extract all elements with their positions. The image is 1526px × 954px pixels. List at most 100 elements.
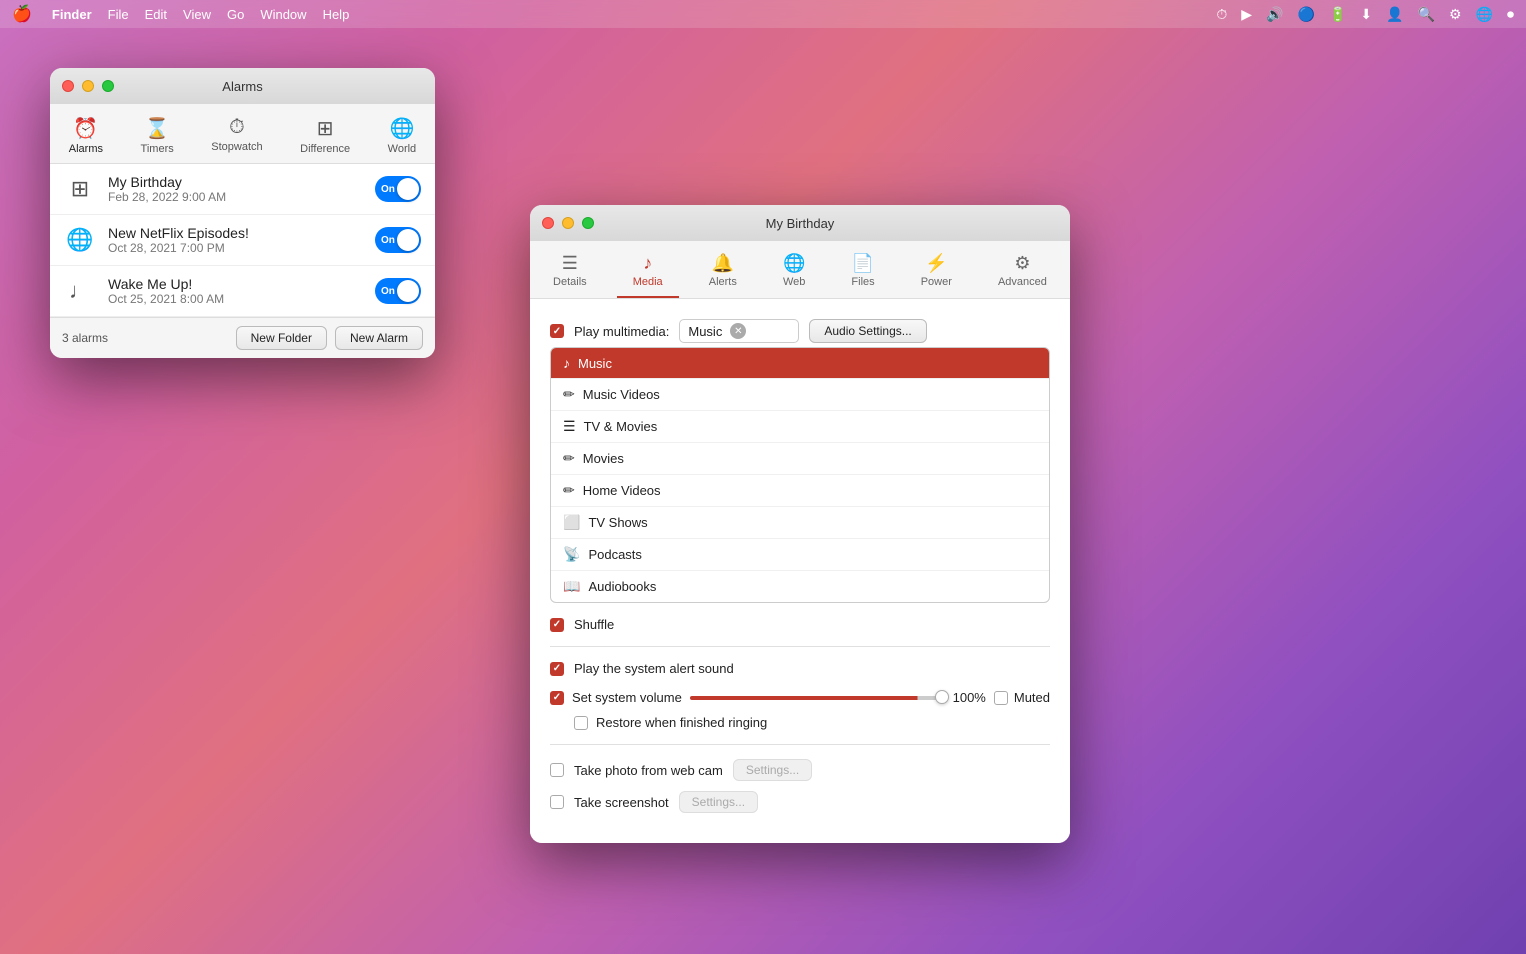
system-alert-row: Play the system alert sound (550, 661, 1050, 676)
dd-item-podcasts[interactable]: 📡 Podcasts (551, 539, 1049, 571)
screenshot-row: Take screenshot Settings... (550, 791, 1050, 813)
multimedia-label: Play multimedia: (574, 324, 669, 339)
world-label: World (388, 143, 417, 155)
tab-power[interactable]: ⚡ Power (905, 249, 968, 298)
control-center-icon[interactable]: ⚙ (1449, 6, 1462, 23)
volume-slider[interactable] (690, 696, 943, 700)
alarm-name-wakeup: Wake Me Up! (108, 276, 363, 292)
advanced-icon: ⚙ (1014, 253, 1030, 274)
multimedia-row: Play multimedia: Music ✕ Audio Settings.… (550, 319, 1050, 343)
new-alarm-button[interactable]: New Alarm (335, 326, 423, 350)
shuffle-checkbox[interactable] (550, 618, 564, 632)
toolbar-alarms[interactable]: ⏰ Alarms (57, 112, 115, 159)
restore-checkbox[interactable] (574, 716, 588, 730)
podcasts-icon: 📡 (563, 546, 580, 563)
alarms-close-button[interactable] (62, 80, 74, 92)
tab-files[interactable]: 📄 Files (835, 249, 890, 298)
toolbar-difference[interactable]: ⊞ Difference (288, 112, 362, 159)
new-folder-button[interactable]: New Folder (236, 326, 327, 350)
tab-alerts[interactable]: 🔔 Alerts (693, 249, 753, 298)
bluetooth-icon[interactable]: 🔵 (1298, 6, 1315, 23)
web-label: Web (783, 276, 805, 288)
alarm-info-wakeup: Wake Me Up! Oct 25, 2021 8:00 AM (108, 276, 363, 306)
menubar-edit[interactable]: Edit (145, 7, 167, 22)
media-icon: ♪ (643, 253, 652, 274)
menubar-window[interactable]: Window (260, 7, 306, 22)
system-alert-checkbox[interactable] (550, 662, 564, 676)
webcam-settings-button: Settings... (733, 759, 812, 781)
screenshot-checkbox[interactable] (550, 795, 564, 809)
muted-checkbox[interactable] (994, 691, 1008, 705)
music-videos-icon: ✏ (563, 386, 575, 403)
restore-label: Restore when finished ringing (596, 715, 767, 730)
download-icon: ⬇ (1360, 6, 1372, 23)
details-label: Details (553, 276, 587, 288)
alarm-icon-birthday: ⊞ (64, 176, 96, 202)
power-label: Power (921, 276, 952, 288)
menubar-help[interactable]: Help (323, 7, 350, 22)
alarms-maximize-button[interactable] (102, 80, 114, 92)
birthday-close-button[interactable] (542, 217, 554, 229)
shuffle-label: Shuffle (574, 617, 614, 632)
multimedia-checkbox[interactable] (550, 324, 564, 338)
alarm-toggle-birthday[interactable]: On (375, 176, 421, 202)
search-icon[interactable]: 🔍 (1418, 6, 1435, 23)
toolbar-world[interactable]: 🌐 World (376, 112, 429, 159)
alarm-name-birthday: My Birthday (108, 174, 363, 190)
alarm-toggle-netflix[interactable]: On (375, 227, 421, 253)
alarm-item-birthday[interactable]: ⊞ My Birthday Feb 28, 2022 9:00 AM On (50, 164, 435, 215)
alarm-toggle-wakeup[interactable]: On (375, 278, 421, 304)
dd-item-movies[interactable]: ✏ Movies (551, 443, 1049, 475)
toolbar-stopwatch[interactable]: ⏱ Stopwatch (199, 112, 274, 159)
audio-settings-button[interactable]: Audio Settings... (809, 319, 926, 343)
volume-icon[interactable]: 🔊 (1266, 6, 1283, 23)
dd-item-tv-shows[interactable]: ⬜ TV Shows (551, 507, 1049, 539)
dd-item-audiobooks[interactable]: 📖 Audiobooks (551, 571, 1049, 602)
alarm-item-netflix[interactable]: 🌐 New NetFlix Episodes! Oct 28, 2021 7:0… (50, 215, 435, 266)
birthday-window: My Birthday ☰ Details ♪ Media 🔔 Alerts 🌐… (530, 205, 1070, 843)
tab-advanced[interactable]: ⚙ Advanced (982, 249, 1063, 298)
tab-web[interactable]: 🌐 Web (767, 249, 821, 298)
webcam-checkbox[interactable] (550, 763, 564, 777)
alarms-label: Alarms (69, 143, 103, 155)
tab-media[interactable]: ♪ Media (617, 249, 679, 298)
menubar-go[interactable]: Go (227, 7, 244, 22)
timers-label: Timers (141, 143, 174, 155)
screenshot-label: Take screenshot (574, 795, 669, 810)
dd-label-tv-movies: TV & Movies (584, 419, 658, 434)
birthday-minimize-button[interactable] (562, 217, 574, 229)
dd-item-music-videos[interactable]: ✏ Music Videos (551, 379, 1049, 411)
dd-item-music[interactable]: ♪ Music (551, 348, 1049, 379)
menubar-finder[interactable]: Finder (52, 7, 92, 22)
set-volume-checkbox[interactable] (550, 691, 564, 705)
dd-item-home-videos[interactable]: ✏ Home Videos (551, 475, 1049, 507)
tab-details[interactable]: ☰ Details (537, 249, 603, 298)
volume-percent: 100% (951, 690, 986, 705)
apple-menu[interactable]: 🍎 (12, 4, 32, 24)
multimedia-clear-button[interactable]: ✕ (730, 323, 746, 339)
alarms-icon: ⏰ (73, 116, 98, 141)
birthday-tabs: ☰ Details ♪ Media 🔔 Alerts 🌐 Web 📄 Files… (530, 241, 1070, 299)
menubar-file[interactable]: File (108, 7, 129, 22)
toolbar-timers[interactable]: ⌛ Timers (129, 112, 186, 159)
divider-2 (550, 744, 1050, 745)
toggle-knob-netflix (397, 229, 419, 251)
screen-record-icon: ⏺ (1507, 6, 1514, 23)
dd-item-tv-movies[interactable]: ☰ TV & Movies (551, 411, 1049, 443)
menubar-view[interactable]: View (183, 7, 211, 22)
birthday-maximize-button[interactable] (582, 217, 594, 229)
dd-label-music: Music (578, 356, 612, 371)
notification-icon[interactable]: 🌐 (1476, 6, 1493, 23)
tv-movies-icon: ☰ (563, 418, 576, 435)
alarms-minimize-button[interactable] (82, 80, 94, 92)
movies-icon: ✏ (563, 450, 575, 467)
alarm-list: ⊞ My Birthday Feb 28, 2022 9:00 AM On 🌐 … (50, 164, 435, 317)
webcam-label: Take photo from web cam (574, 763, 723, 778)
system-alert-label: Play the system alert sound (574, 661, 734, 676)
world-icon: 🌐 (389, 116, 414, 141)
toggle-label-netflix: On (381, 235, 395, 246)
battery-icon: 🔋 (1329, 6, 1346, 23)
media-label: Media (633, 276, 663, 288)
multimedia-select[interactable]: Music ✕ (679, 319, 799, 343)
alarm-item-wakeup[interactable]: ♩ Wake Me Up! Oct 25, 2021 8:00 AM On (50, 266, 435, 317)
